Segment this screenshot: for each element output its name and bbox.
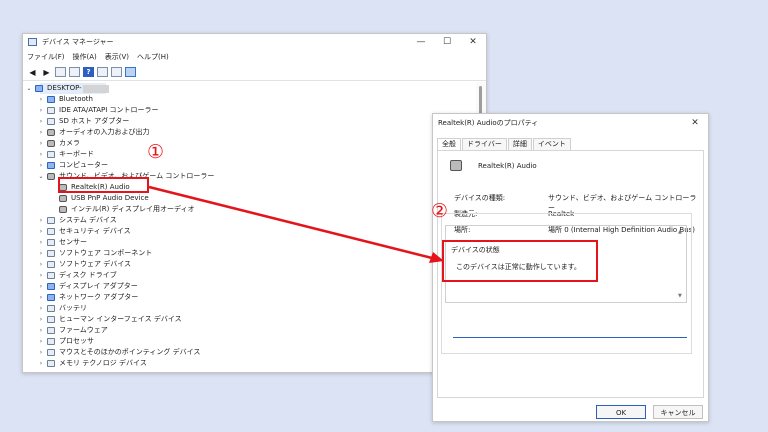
arrow-line bbox=[148, 185, 433, 260]
arrow-head-icon bbox=[429, 252, 444, 263]
annotation-arrow bbox=[148, 185, 444, 263]
